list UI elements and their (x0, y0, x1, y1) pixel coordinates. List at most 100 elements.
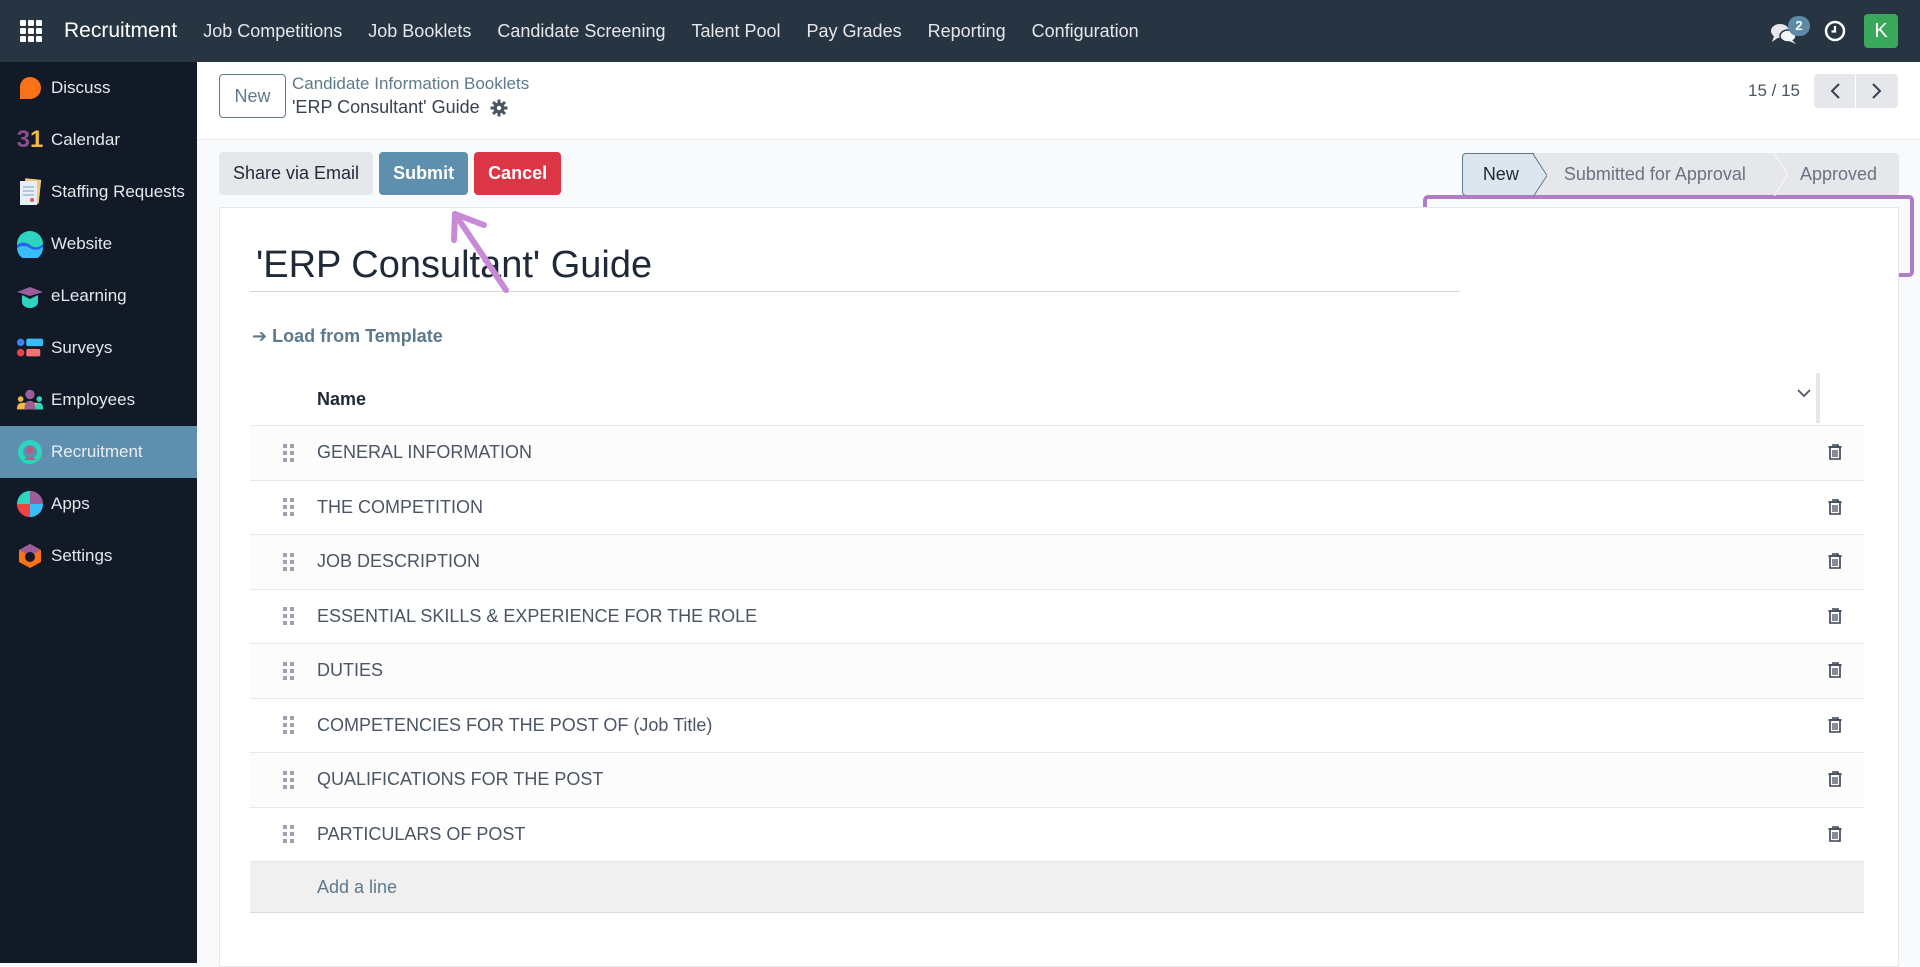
form-sheet: 'ERP Consultant' Guide ➔ Load from Templ… (219, 207, 1899, 967)
column-resize-handle[interactable] (1816, 373, 1820, 423)
section-name[interactable]: GENERAL INFORMATION (317, 442, 532, 463)
table-row[interactable]: COMPETENCIES FOR THE POST OF (Job Title) (250, 699, 1864, 753)
sidebar-item-surveys[interactable]: Surveys (0, 322, 197, 374)
cancel-button[interactable]: Cancel (474, 152, 562, 195)
trash-icon[interactable] (1828, 498, 1842, 516)
sidebar-item-label: Employees (51, 390, 136, 409)
section-name[interactable]: QUALIFICATIONS FOR THE POST (317, 769, 603, 790)
apps-icon (16, 490, 44, 518)
table-row[interactable]: GENERAL INFORMATION (250, 426, 1864, 481)
sidebar-item-apps[interactable]: Apps (0, 478, 197, 530)
load-from-template-label: Load from Template (272, 326, 443, 346)
pager-value[interactable]: 15 / 15 (1748, 81, 1800, 101)
drag-handle-icon[interactable] (282, 443, 296, 463)
trash-icon[interactable] (1828, 825, 1842, 843)
pager-previous-button[interactable] (1814, 74, 1856, 108)
table-row[interactable]: DUTIES (250, 644, 1864, 699)
drag-handle-icon[interactable] (282, 715, 296, 735)
breadcrumb-current-label: 'ERP Consultant' Guide (292, 97, 480, 117)
messages-badge: 2 (1788, 16, 1810, 36)
menu-job-competitions[interactable]: Job Competitions (190, 21, 355, 42)
graduation-cap-icon (16, 282, 44, 310)
surveys-icon (16, 334, 44, 362)
sidebar-item-label: Settings (51, 546, 113, 565)
menu-talent-pool[interactable]: Talent Pool (678, 21, 793, 42)
column-header-name[interactable]: Name (317, 389, 366, 410)
drag-handle-icon[interactable] (282, 824, 296, 844)
sidebar-item-elearning[interactable]: eLearning (0, 270, 197, 322)
sidebar-item-website[interactable]: Website (0, 218, 197, 270)
stage-label: Submitted for Approval (1563, 164, 1746, 184)
sidebar-item-settings[interactable]: Settings (0, 530, 197, 582)
stage-submitted-for-approval[interactable]: Submitted for Approval (1534, 153, 1788, 196)
messages-button[interactable]: 2 (1770, 16, 1810, 46)
add-line-row: Add a line (250, 862, 1864, 913)
section-name[interactable]: PARTICULARS OF POST (317, 824, 525, 845)
trash-icon[interactable] (1828, 661, 1842, 679)
breadcrumb-parent[interactable]: Candidate Information Booklets (292, 74, 529, 94)
table-header: Name (250, 373, 1864, 426)
discuss-icon (16, 74, 44, 102)
table-row[interactable]: PARTICULARS OF POST (250, 808, 1864, 862)
sidebar-item-staffing-requests[interactable]: Staffing Requests (0, 166, 197, 218)
user-avatar[interactable]: K (1864, 14, 1898, 48)
new-button[interactable]: New (219, 74, 286, 118)
trash-icon[interactable] (1828, 770, 1842, 788)
gear-icon[interactable] (490, 99, 508, 117)
menu-pay-grades[interactable]: Pay Grades (794, 21, 915, 42)
form-actions: Share via Email Submit Cancel (219, 152, 567, 195)
trash-icon[interactable] (1828, 443, 1842, 461)
menu-reporting[interactable]: Reporting (915, 21, 1019, 42)
submit-button[interactable]: Submit (379, 152, 469, 195)
grid-icon[interactable] (20, 19, 44, 43)
app-name[interactable]: Recruitment (64, 19, 177, 43)
section-name[interactable]: DUTIES (317, 660, 383, 681)
section-name[interactable]: THE COMPETITION (317, 497, 483, 518)
sidebar-item-label: Discuss (51, 78, 111, 97)
sidebar-item-label: Staffing Requests (51, 182, 185, 201)
table-row[interactable]: JOB DESCRIPTION (250, 535, 1864, 590)
status-bar: New Submitted for Approval Approved (1461, 153, 1899, 197)
chevron-down-icon[interactable] (1796, 387, 1812, 399)
load-from-template-link[interactable]: ➔ Load from Template (252, 326, 443, 347)
stage-arrow (1773, 153, 1788, 196)
record-title[interactable]: 'ERP Consultant' Guide (250, 244, 1460, 292)
drag-handle-icon[interactable] (282, 770, 296, 790)
menu-configuration[interactable]: Configuration (1019, 21, 1152, 42)
employees-icon (16, 386, 44, 414)
document-icon (16, 178, 44, 206)
drag-handle-icon[interactable] (282, 661, 296, 681)
clock-icon[interactable] (1824, 20, 1846, 42)
trash-icon[interactable] (1828, 607, 1842, 625)
sidebar-item-recruitment[interactable]: Recruitment (0, 426, 197, 478)
pager-next-button[interactable] (1856, 74, 1898, 108)
drag-handle-icon[interactable] (282, 606, 296, 626)
trash-icon[interactable] (1828, 716, 1842, 734)
sections-table: Name GENERAL INFORMATION THE COMPETITION J… (250, 373, 1864, 913)
table-row[interactable]: THE COMPETITION (250, 481, 1864, 535)
menu-candidate-screening[interactable]: Candidate Screening (484, 21, 678, 42)
sidebar-item-discuss[interactable]: Discuss (0, 62, 197, 114)
section-name[interactable]: ESSENTIAL SKILLS & EXPERIENCE FOR THE RO… (317, 606, 757, 627)
stage-new[interactable]: New (1461, 153, 1547, 197)
table-row[interactable]: ESSENTIAL SKILLS & EXPERIENCE FOR THE RO… (250, 590, 1864, 644)
trash-icon[interactable] (1828, 552, 1842, 570)
share-via-email-button[interactable]: Share via Email (219, 152, 374, 195)
section-name[interactable]: JOB DESCRIPTION (317, 551, 480, 572)
top-menu: Job Competitions Job Booklets Candidate … (190, 21, 1152, 42)
top-navbar: Recruitment Job Competitions Job Booklet… (0, 0, 1920, 62)
drag-handle-icon[interactable] (282, 497, 296, 517)
menu-job-booklets[interactable]: Job Booklets (355, 21, 484, 42)
sidebar-item-employees[interactable]: Employees (0, 374, 197, 426)
drag-handle-icon[interactable] (282, 552, 296, 572)
table-row[interactable]: QUALIFICATIONS FOR THE POST (250, 753, 1864, 808)
chevron-right-icon (1872, 83, 1882, 99)
sidebar-item-calendar[interactable]: 31 Calendar (0, 114, 197, 166)
section-name[interactable]: COMPETENCIES FOR THE POST OF (Job Title) (317, 715, 712, 736)
add-a-line-link[interactable]: Add a line (317, 877, 397, 898)
control-panel: New Candidate Information Booklets 'ERP … (197, 62, 1920, 140)
stage-approved[interactable]: Approved (1774, 153, 1899, 196)
stage-label: Approved (1799, 164, 1877, 184)
stage-arrow (1532, 154, 1547, 197)
sidebar-item-label: Recruitment (51, 442, 143, 461)
